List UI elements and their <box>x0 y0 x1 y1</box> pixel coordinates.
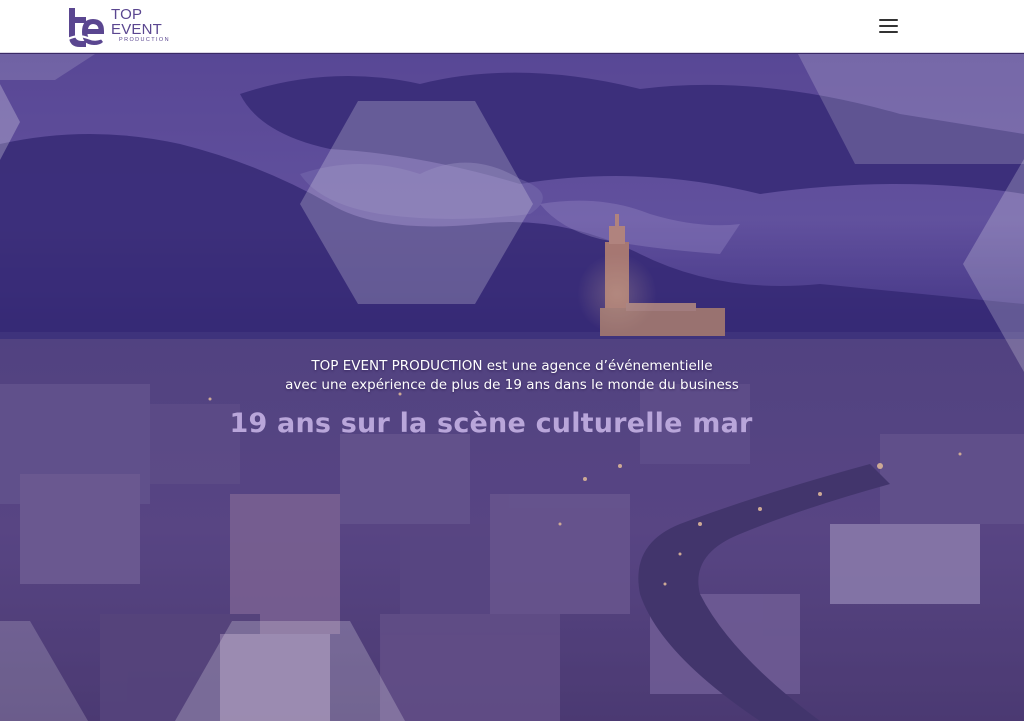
site-header: TOP EVENT PRODUCTION <box>0 0 1024 53</box>
menu-bar <box>878 19 898 21</box>
hero-tagline: TOP EVENT PRODUCTION est une agence d’év… <box>0 357 1024 395</box>
hamburger-menu-icon[interactable] <box>872 14 904 38</box>
tagline-line-2: avec une expérience de plus de 19 ans da… <box>285 377 739 393</box>
tagline-line-1: TOP EVENT PRODUCTION est une agence d’év… <box>311 358 713 374</box>
menu-bar <box>878 31 898 33</box>
logo-wordmark: TOP EVENT PRODUCTION <box>111 7 170 44</box>
logo-line-top: TOP <box>111 6 143 23</box>
logo-line-event: EVENT <box>111 21 163 38</box>
logo-monogram-icon <box>67 8 107 47</box>
hero-headline: 19 ans sur la scène culturelle mar <box>229 408 753 439</box>
hero-section: TOP EVENT PRODUCTION est une agence d’év… <box>0 54 1024 721</box>
brand-logo[interactable]: TOP EVENT PRODUCTION <box>66 5 169 49</box>
menu-bar <box>878 25 898 27</box>
logo-line-production: PRODUCTION <box>119 37 170 43</box>
